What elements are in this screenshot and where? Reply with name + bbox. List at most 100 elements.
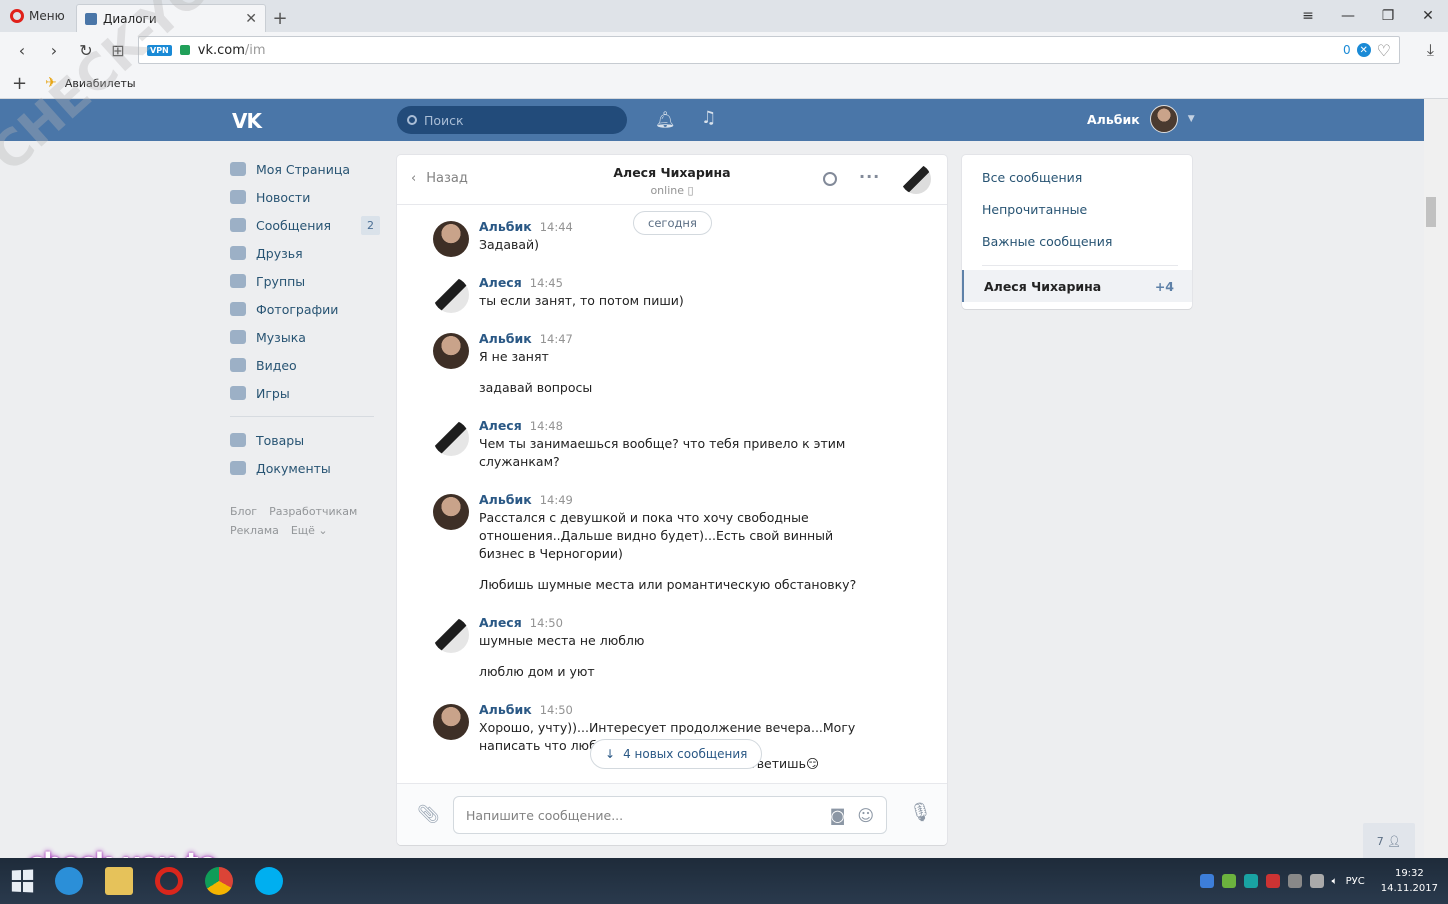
- message[interactable]: Алеся 14:45 ты если занят, то потом пиши): [433, 275, 903, 313]
- message-author[interactable]: Альбик: [479, 702, 532, 717]
- footer-link-developers[interactable]: Разработчикам: [269, 502, 357, 521]
- adblock-icon[interactable]: ✕: [1356, 43, 1371, 57]
- avatar[interactable]: [433, 420, 469, 456]
- sidebar-item-friends[interactable]: Друзья: [230, 239, 380, 267]
- filter-all-messages[interactable]: Все сообщения: [962, 161, 1192, 193]
- vk-logo[interactable]: VK: [232, 109, 262, 133]
- sidebar-item-label: Видео: [256, 357, 297, 373]
- music-note-icon[interactable]: ♫: [701, 108, 716, 128]
- message-author[interactable]: Альбик: [479, 219, 532, 234]
- reload-icon[interactable]: ↻: [72, 36, 100, 64]
- search-icon[interactable]: [823, 172, 837, 186]
- message-author[interactable]: Алеся: [479, 418, 522, 433]
- bookmark-heart-icon[interactable]: ♡: [1377, 41, 1391, 60]
- sidebar-item-games[interactable]: Игры: [230, 379, 380, 407]
- sidebar-item-documents[interactable]: Документы: [230, 454, 380, 482]
- footer-link-more[interactable]: Ещё ⌄: [291, 521, 328, 540]
- microphone-icon[interactable]: 🎙︎: [909, 802, 932, 823]
- minimize-button[interactable]: —: [1328, 0, 1368, 32]
- browser-tab[interactable]: Диалоги ✕: [76, 4, 266, 32]
- bell-icon[interactable]: 🔔︎: [655, 110, 675, 129]
- message-history[interactable]: сегодня Альбик 14:44 Задавай) Алеся 14:45 …: [397, 205, 947, 783]
- tray-app-icon[interactable]: [1287, 874, 1302, 888]
- message[interactable]: Альбик 14:47 Я не занят задавай вопросы: [433, 331, 903, 397]
- footer-link-blog[interactable]: Блог: [230, 502, 257, 521]
- camera-icon[interactable]: ◙: [830, 806, 846, 825]
- more-icon[interactable]: ···: [859, 167, 880, 186]
- avatar[interactable]: [433, 704, 469, 740]
- message-author[interactable]: Альбик: [479, 492, 532, 507]
- message-input[interactable]: [466, 807, 818, 823]
- tray-app-icon[interactable]: [1243, 874, 1258, 888]
- chat-people-button[interactable]: 7 👤︎: [1363, 823, 1415, 859]
- taskbar-ie[interactable]: [44, 858, 94, 904]
- footer-link-ads[interactable]: Реклама: [230, 521, 279, 540]
- sidebar-item-messages[interactable]: Сообщения 2: [230, 211, 380, 239]
- taskbar-chrome[interactable]: [194, 858, 244, 904]
- active-dialog-item[interactable]: Алеся Чихарина +4: [962, 270, 1192, 302]
- taskbar-explorer[interactable]: [94, 858, 144, 904]
- restore-button[interactable]: ❐: [1368, 0, 1408, 32]
- download-icon[interactable]: ⤓: [1427, 40, 1434, 60]
- sidebar-item-video[interactable]: Видео: [230, 351, 380, 379]
- clock[interactable]: 19:32 14.11.2017: [1381, 866, 1438, 896]
- filter-important[interactable]: Важные сообщения: [962, 225, 1192, 257]
- page-scrollbar[interactable]: [1424, 99, 1448, 858]
- peer-avatar[interactable]: [901, 164, 931, 194]
- vpn-badge[interactable]: VPN: [147, 44, 172, 56]
- avatar[interactable]: [433, 277, 469, 313]
- tab-menu-icon[interactable]: ≡: [1288, 0, 1328, 32]
- sidebar-item-photos[interactable]: Фотографии: [230, 295, 380, 323]
- taskbar-opera[interactable]: [144, 858, 194, 904]
- opera-menu-button[interactable]: Меню: [0, 0, 76, 32]
- taskbar-skype[interactable]: [244, 858, 294, 904]
- add-bookmark-icon[interactable]: +: [12, 73, 27, 94]
- message-text: люблю дом и уют: [479, 664, 595, 679]
- avatar[interactable]: [433, 494, 469, 530]
- message[interactable]: Альбик 14:49 Расстался с девушкой и пока …: [433, 492, 903, 594]
- avatar: [1149, 105, 1178, 133]
- lock-icon[interactable]: [179, 45, 190, 55]
- message[interactable]: Альбик 14:44 Задавай): [433, 219, 903, 257]
- close-tab-icon[interactable]: ✕: [245, 11, 257, 27]
- message-author[interactable]: Альбик: [479, 331, 532, 346]
- sidebar-item-news[interactable]: Новости: [230, 183, 380, 211]
- emoji-icon[interactable]: ☺: [857, 806, 874, 825]
- volume-icon[interactable]: 🔈︎: [1332, 876, 1338, 887]
- back-icon[interactable]: ‹: [8, 36, 36, 64]
- tray-app-icon[interactable]: [1221, 874, 1236, 888]
- close-window-button[interactable]: ✕: [1408, 0, 1448, 32]
- url-path: /im: [244, 42, 266, 58]
- sidebar-item-groups[interactable]: Группы: [230, 267, 380, 295]
- paperclip-icon[interactable]: 📎︎: [417, 804, 440, 825]
- scrollbar-thumb[interactable]: [1426, 197, 1436, 227]
- start-button[interactable]: [0, 858, 44, 904]
- bookmark-item[interactable]: ✈ Авиабилеты: [45, 75, 135, 91]
- mobile-icon: ▯: [687, 184, 694, 197]
- user-menu[interactable]: Альбик ▼: [1087, 105, 1195, 133]
- new-tab-button[interactable]: +: [266, 4, 294, 32]
- message[interactable]: Алеся 14:50 шумные места не люблю люблю д…: [433, 615, 903, 681]
- tray-app-icon[interactable]: [1265, 874, 1280, 888]
- forward-icon[interactable]: ›: [40, 36, 68, 64]
- tray-app-icon[interactable]: [1199, 874, 1214, 888]
- new-messages-button[interactable]: ↓ 4 новых сообщения: [590, 739, 763, 769]
- url-field[interactable]: VPN vk.com/im 0 ✕ ♡: [138, 36, 1400, 64]
- speed-dial-icon[interactable]: ⊞: [104, 36, 132, 64]
- filter-unread[interactable]: Непрочитанные: [962, 193, 1192, 225]
- network-icon[interactable]: [1309, 874, 1324, 888]
- sidebar-item-my-page[interactable]: Моя Страница: [230, 155, 380, 183]
- sidebar-item-music[interactable]: Музыка: [230, 323, 380, 351]
- windows-logo-icon: [11, 869, 34, 893]
- search-box[interactable]: [397, 106, 627, 134]
- message[interactable]: Алеся 14:48 Чем ты занимаешься вообще? чт…: [433, 418, 903, 471]
- avatar[interactable]: [433, 333, 469, 369]
- avatar[interactable]: [433, 617, 469, 653]
- sidebar-item-goods[interactable]: Товары: [230, 426, 380, 454]
- search-input[interactable]: [424, 112, 604, 128]
- language-indicator[interactable]: РУС: [1346, 876, 1365, 887]
- message-author[interactable]: Алеся: [479, 275, 522, 290]
- message-author[interactable]: Алеся: [479, 615, 522, 630]
- message-input-box[interactable]: ◙ ☺: [453, 796, 887, 834]
- avatar[interactable]: [433, 221, 469, 257]
